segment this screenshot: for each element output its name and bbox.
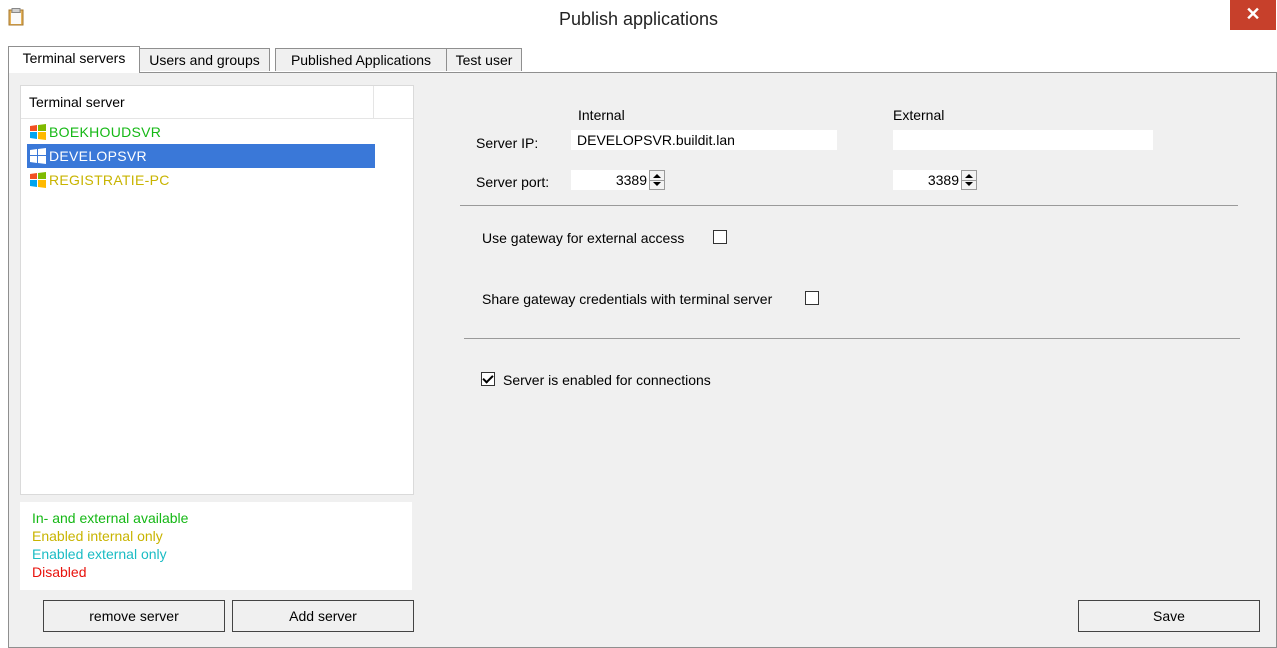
legend-item-external-only: Enabled external only bbox=[32, 546, 167, 562]
down-arrow-icon[interactable] bbox=[653, 182, 661, 186]
legend-item-internal-only: Enabled internal only bbox=[32, 528, 163, 544]
external-ip-field[interactable] bbox=[893, 130, 1153, 150]
external-port-stepper[interactable]: 3389 bbox=[893, 170, 977, 190]
list-item[interactable]: REGISTRATIE-PC bbox=[27, 168, 375, 192]
window-title: Publish applications bbox=[558, 9, 719, 29]
remove-server-button[interactable]: remove server bbox=[43, 600, 225, 632]
internal-port-stepper[interactable]: 3389 bbox=[571, 170, 665, 190]
server-name: DEVELOPSVR bbox=[49, 148, 147, 164]
windows-8-icon bbox=[30, 148, 46, 164]
legend-item-available: In- and external available bbox=[32, 510, 189, 526]
status-legend: In- and external available Enabled inter… bbox=[20, 502, 412, 590]
list-item-selected[interactable]: DEVELOPSVR bbox=[27, 144, 375, 168]
up-arrow-icon[interactable] bbox=[965, 174, 973, 178]
save-button[interactable]: Save bbox=[1078, 600, 1260, 632]
external-column-header: External bbox=[893, 107, 945, 123]
down-arrow-icon[interactable] bbox=[965, 182, 973, 186]
list-header: Terminal server bbox=[21, 86, 413, 119]
server-name: BOEKHOUDSVR bbox=[49, 124, 162, 140]
internal-column-header: Internal bbox=[578, 107, 625, 123]
divider bbox=[460, 205, 1238, 206]
server-ip-label: Server IP: bbox=[476, 135, 539, 151]
tab-users-and-groups[interactable]: Users and groups bbox=[139, 48, 270, 71]
share-credentials-label: Share gateway credentials with terminal … bbox=[482, 291, 773, 307]
tab-terminal-servers[interactable]: Terminal servers bbox=[8, 46, 140, 73]
windows-7-icon bbox=[30, 172, 46, 188]
legend-item-disabled: Disabled bbox=[32, 564, 87, 580]
server-name: REGISTRATIE-PC bbox=[49, 172, 170, 188]
internal-port-value: 3389 bbox=[615, 172, 647, 188]
column-header-terminal-server[interactable]: Terminal server bbox=[29, 94, 125, 110]
up-arrow-icon[interactable] bbox=[653, 174, 661, 178]
add-server-button[interactable]: Add server bbox=[232, 600, 414, 632]
use-gateway-checkbox[interactable] bbox=[713, 230, 727, 244]
spin-buttons[interactable] bbox=[649, 170, 665, 190]
server-port-label: Server port: bbox=[476, 174, 550, 190]
close-button[interactable]: ✕ bbox=[1230, 0, 1276, 30]
tab-published-applications[interactable]: Published Applications bbox=[275, 48, 447, 71]
external-port-value: 3389 bbox=[927, 172, 959, 188]
divider bbox=[464, 338, 1240, 339]
internal-ip-field[interactable]: DEVELOPSVR.buildit.lan bbox=[571, 130, 837, 150]
title-bar: Publish applications ✕ bbox=[0, 0, 1277, 40]
spin-buttons[interactable] bbox=[961, 170, 977, 190]
tab-test-user[interactable]: Test user bbox=[446, 48, 522, 71]
windows-7-icon bbox=[30, 124, 46, 140]
server-list[interactable]: Terminal server BOEKHOUDSVR DEVELOPSVR R… bbox=[20, 85, 414, 495]
share-credentials-checkbox[interactable] bbox=[805, 291, 819, 305]
server-enabled-checkbox[interactable] bbox=[481, 372, 495, 386]
server-enabled-label: Server is enabled for connections bbox=[503, 372, 711, 388]
use-gateway-label: Use gateway for external access bbox=[482, 230, 685, 246]
column-divider[interactable] bbox=[373, 86, 374, 118]
list-item[interactable]: BOEKHOUDSVR bbox=[27, 120, 375, 144]
